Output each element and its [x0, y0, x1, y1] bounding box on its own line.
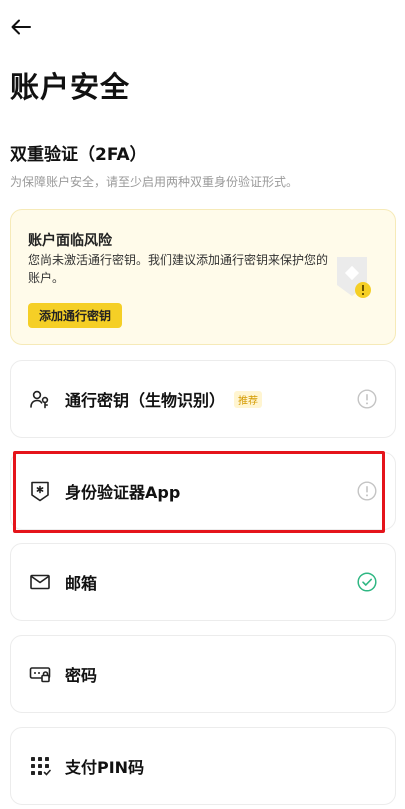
risk-warning-card: 账户面临风险 您尚未激活通行密钥。我们建议添加通行密钥来保护您的账户。 添加通行… [10, 209, 396, 345]
recommended-badge: 推荐 [234, 390, 263, 408]
back-button[interactable] [8, 16, 34, 42]
method-label: 密码 [65, 666, 98, 685]
risk-title: 账户面临风险 [28, 233, 112, 249]
mail-icon [29, 571, 51, 593]
twofa-section-description: 为保障账户安全，请至少启用两种双重身份验证形式。 [10, 175, 299, 189]
method-label: 邮箱 [65, 574, 98, 593]
info-warning-icon [357, 389, 377, 409]
twofa-section-title: 双重验证（2FA） [10, 145, 147, 165]
method-email[interactable]: 邮箱 [10, 543, 396, 621]
shield-warning-icon [333, 254, 373, 302]
highlight-annotation-box [13, 451, 385, 533]
passkey-users-icon [29, 388, 51, 410]
check-circle-icon [357, 572, 377, 592]
pin-keypad-icon [29, 755, 51, 777]
method-label: 通行密钥（生物识别） [65, 391, 226, 410]
method-label: 支付PIN码 [65, 758, 145, 777]
method-password[interactable]: 密码 [10, 635, 396, 713]
arrow-left-icon [11, 19, 31, 39]
risk-description: 您尚未激活通行密钥。我们建议添加通行密钥来保护您的账户。 [28, 253, 329, 285]
add-passkey-button[interactable]: 添加通行密钥 [28, 303, 123, 328]
method-passkey[interactable]: 通行密钥（生物识别） 推荐 [10, 360, 396, 438]
password-icon [29, 663, 51, 685]
page-title: 账户安全 [10, 70, 131, 104]
method-payment-pin[interactable]: 支付PIN码 [10, 727, 396, 805]
